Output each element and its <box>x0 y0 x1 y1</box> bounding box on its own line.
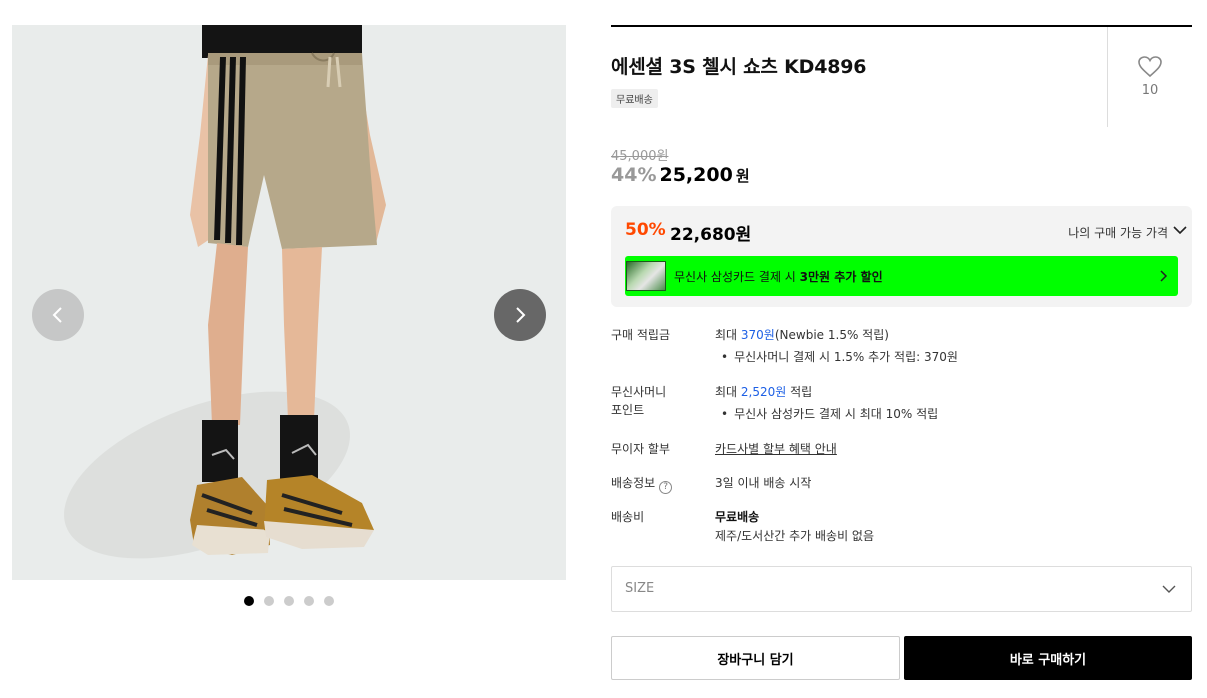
shipping-value: 3일 이내 배송 시작 <box>715 476 812 490</box>
size-placeholder: SIZE <box>625 581 655 596</box>
heart-icon <box>1138 56 1162 78</box>
gallery-pagination <box>244 596 334 606</box>
points-value: 최대 370원(Newbie 1.5% 적립) <box>715 328 889 342</box>
points-sub: 무신사머니 결제 시 1.5% 추가 적립: 370원 <box>715 348 958 366</box>
shipping-fee-label: 배송비 <box>611 510 645 524</box>
previous-image-button[interactable] <box>32 289 84 341</box>
shipping-label: 배송정보? <box>611 474 701 494</box>
original-price: 45,000원 <box>611 149 669 164</box>
help-icon[interactable]: ? <box>659 481 673 494</box>
next-image-button[interactable] <box>494 289 546 341</box>
chevron-right-icon <box>1160 270 1168 282</box>
money-label: 무신사머니 포인트 <box>611 385 667 417</box>
discount-rate: 44% <box>611 164 657 186</box>
gallery-dot-5[interactable] <box>324 596 334 606</box>
card-promo-text: 무신사 삼성카드 결제 시 3만원 추가 할인 <box>674 269 883 284</box>
my-price-box: 50% 22,680원 나의 구매 가능 가격 무신사 삼성카드 결제 시 3만… <box>611 206 1192 307</box>
my-price-rate: 50% <box>625 220 666 240</box>
top-divider <box>611 25 1192 27</box>
money-value: 최대 2,520원 적립 <box>715 385 813 399</box>
discount-price: 25,200 <box>659 164 733 186</box>
gallery-dot-1[interactable] <box>244 596 254 606</box>
my-price-toggle[interactable]: 나의 구매 가능 가격 <box>1068 224 1168 241</box>
size-select[interactable]: SIZE <box>611 566 1192 612</box>
money-sub: 무신사 삼성카드 결제 시 최대 10% 적립 <box>715 405 938 423</box>
shipping-fee-value: 무료배송 <box>715 510 760 524</box>
installment-label: 무이자 할부 <box>611 442 671 456</box>
product-image-gallery[interactable] <box>12 25 566 580</box>
shipping-fee-sub: 제주/도서산간 추가 배송비 없음 <box>715 529 875 543</box>
product-title: 에센셜 3S 첼시 쇼츠 KD4896 <box>611 56 867 78</box>
discount-price-unit: 원 <box>735 167 750 185</box>
buy-now-button[interactable]: 바로 구매하기 <box>904 636 1192 680</box>
like-button[interactable]: 10 <box>1107 27 1192 127</box>
card-promo-banner[interactable]: 무신사 삼성카드 결제 시 3만원 추가 할인 <box>625 256 1178 296</box>
my-price-value: 22,680원 <box>670 225 752 245</box>
card-promo-image <box>626 261 666 291</box>
product-image <box>190 25 386 555</box>
points-label: 구매 적립금 <box>611 328 671 342</box>
installment-link[interactable]: 카드사별 할부 혜택 안내 <box>715 440 1185 458</box>
discount-price-row: 44% 25,200 원 <box>611 164 750 186</box>
free-shipping-badge: 무료배송 <box>611 89 658 108</box>
gallery-dot-2[interactable] <box>264 596 274 606</box>
add-to-cart-button[interactable]: 장바구니 담기 <box>611 636 900 680</box>
chevron-down-icon[interactable] <box>1172 224 1188 236</box>
like-count: 10 <box>1141 83 1159 98</box>
chevron-down-icon <box>1162 585 1176 593</box>
gallery-dot-3[interactable] <box>284 596 294 606</box>
gallery-dot-4[interactable] <box>304 596 314 606</box>
chevron-right-icon <box>516 307 526 323</box>
chevron-left-icon <box>52 307 62 323</box>
